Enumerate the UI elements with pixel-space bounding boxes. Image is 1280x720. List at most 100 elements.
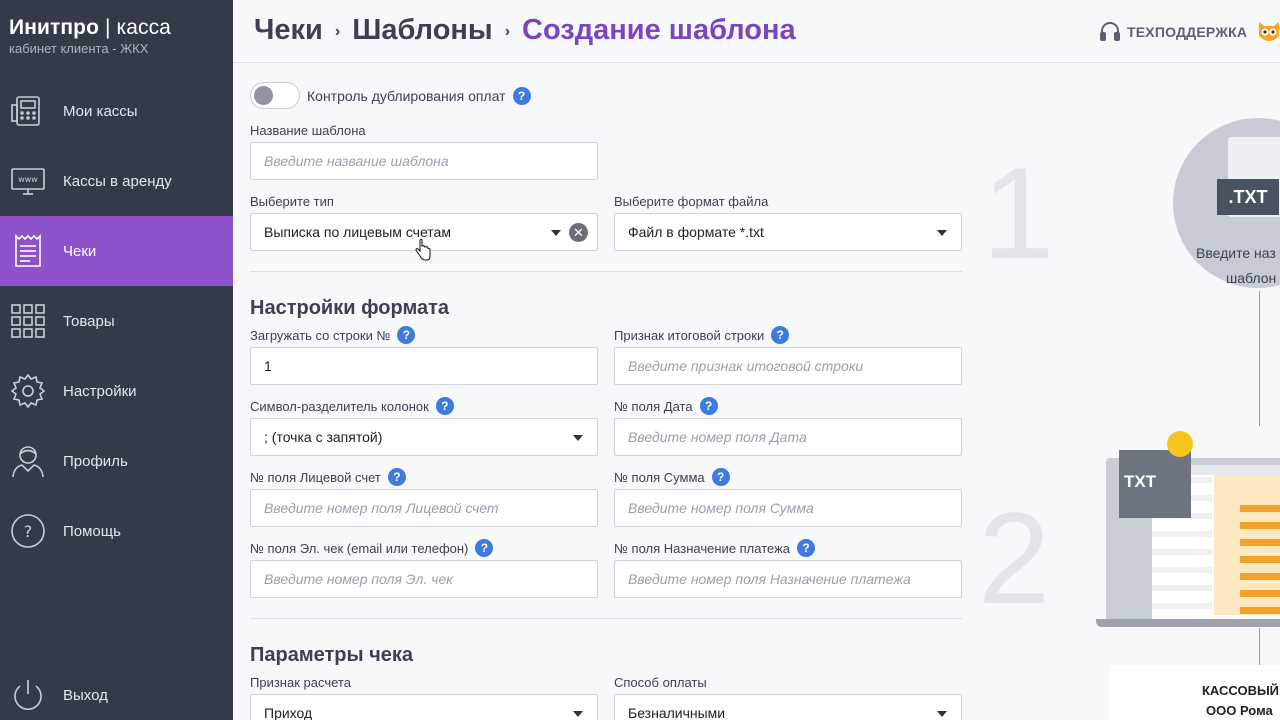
type-value: Выписка по лицевым счетам	[264, 224, 451, 240]
mouse-cursor-icon	[415, 238, 431, 266]
help-icon: ?	[10, 513, 46, 549]
sidebar-item-label: Кассы в аренду	[63, 172, 172, 190]
sidebar-item-my-registers[interactable]: Мои кассы	[0, 76, 233, 146]
power-icon	[10, 677, 46, 713]
sidebar-item-label: Профиль	[63, 452, 128, 470]
help-icon[interactable]: ?	[475, 539, 494, 557]
sum-field-text: № поля Сумма	[614, 469, 705, 485]
breadcrumb-templates[interactable]: Шаблоны	[352, 14, 493, 47]
logout-button[interactable]: Выход	[0, 660, 233, 720]
sidebar-item-receipts[interactable]: Чеки	[0, 216, 233, 286]
www-monitor-icon: www	[10, 163, 46, 199]
txt-badge: TXT	[1123, 472, 1157, 491]
sum-field-input[interactable]: Введите номер поля Сумма	[614, 489, 962, 527]
connector-line	[1259, 291, 1260, 426]
breadcrumb-separator-icon: ›	[504, 22, 511, 40]
help-icon[interactable]: ?	[397, 326, 416, 344]
help-icon[interactable]: ?	[797, 539, 816, 557]
help-icon[interactable]: ?	[387, 468, 406, 486]
date-field-label: № поля Дата?	[614, 397, 718, 415]
echeck-field-input[interactable]: Введите номер поля Эл. чек	[250, 560, 598, 598]
step1-hint-line2: шаблон	[1226, 270, 1277, 286]
user-icon	[10, 443, 46, 479]
calc-select[interactable]: Приход	[250, 694, 598, 720]
logout-label: Выход	[63, 686, 108, 704]
grid-icon	[10, 303, 46, 339]
help-icon[interactable]: ?	[435, 397, 454, 415]
sidebar-item-help[interactable]: ? Помощь	[0, 496, 233, 566]
sidebar: Инитпро | касса кабинет клиента - ЖКХ Мо…	[0, 0, 233, 720]
total-row-placeholder: Введите признак итоговой строки	[628, 358, 864, 374]
duplicate-control-text: Контроль дублирования оплат	[307, 88, 506, 104]
type-label: Выберите тип	[250, 194, 334, 209]
start-row-value: 1	[264, 358, 272, 374]
owl-icon[interactable]	[1257, 20, 1280, 49]
template-name-input[interactable]: Введите название шаблона	[250, 142, 598, 180]
separator-select[interactable]: ; (точка с запятой)	[250, 418, 598, 456]
brand: Инитпро | касса кабинет клиента - ЖКХ	[0, 0, 233, 70]
start-row-label: Загружать со строки №?	[250, 326, 416, 344]
cash-register-icon	[10, 93, 46, 129]
template-name-label: Название шаблона	[250, 123, 366, 138]
sum-field-label: № поля Сумма?	[614, 468, 730, 486]
chevron-down-icon	[937, 711, 947, 717]
help-icon[interactable]: ?	[512, 87, 531, 105]
brand-name: Инитпро | касса	[9, 16, 171, 39]
instruction-illustration: 1 2 .TXT Введите наз шаблон TXT КАССОВЫЙ…	[962, 63, 1280, 720]
account-field-input[interactable]: Введите номер поля Лицевой счет	[250, 489, 598, 527]
start-row-input[interactable]: 1	[250, 347, 598, 385]
sidebar-item-label: Товары	[63, 312, 115, 330]
sidebar-item-rent-registers[interactable]: www Кассы в аренду	[0, 146, 233, 216]
total-row-input[interactable]: Введите признак итоговой строки	[614, 347, 962, 385]
headset-icon	[1100, 22, 1120, 41]
help-icon[interactable]: ?	[771, 326, 790, 344]
svg-text:?: ?	[24, 522, 33, 541]
spreadsheet-bars	[1240, 505, 1280, 615]
laptop-base	[1096, 619, 1280, 627]
help-icon[interactable]: ?	[699, 397, 718, 415]
support-label: ТЕХПОДДЕРЖКА	[1127, 24, 1248, 40]
step-number-1: 1	[982, 140, 1055, 286]
chevron-down-icon	[937, 230, 947, 236]
sidebar-item-label: Мои кассы	[63, 102, 138, 120]
step-number-2: 2	[978, 485, 1051, 631]
sidebar-item-goods[interactable]: Товары	[0, 286, 233, 356]
pay-method-select[interactable]: Безналичными	[614, 694, 962, 720]
file-badge: .TXT	[1217, 179, 1279, 215]
chevron-down-icon	[573, 711, 583, 717]
sum-field-placeholder: Введите номер поля Сумма	[628, 500, 814, 516]
template-name-placeholder: Введите название шаблона	[264, 153, 449, 169]
brand-subtitle: кабинет клиента - ЖКХ	[9, 41, 149, 56]
receipt-caption-line1: КАССОВЫЙ	[1202, 683, 1280, 698]
echeck-field-label: № поля Эл. чек (email или телефон)?	[250, 539, 494, 557]
account-field-text: № поля Лицевой счет	[250, 469, 381, 485]
support-link[interactable]: ТЕХПОДДЕРЖКА	[1099, 21, 1247, 43]
sidebar-item-profile[interactable]: Профиль	[0, 426, 233, 496]
sidebar-item-label: Помощь	[63, 522, 121, 540]
svg-text:www: www	[18, 175, 38, 184]
format-select[interactable]: Файл в формате *.txt	[614, 213, 962, 251]
page-title: Создание шаблона	[522, 14, 796, 46]
help-icon[interactable]: ?	[711, 468, 730, 486]
date-field-placeholder: Введите номер поля Дата	[628, 429, 807, 445]
date-field-text: № поля Дата	[614, 398, 693, 414]
breadcrumb-receipts[interactable]: Чеки	[254, 14, 323, 47]
chevron-down-icon	[573, 435, 583, 441]
purpose-field-input[interactable]: Введите номер поля Назначение платежа	[614, 560, 962, 598]
sidebar-item-settings[interactable]: Настройки	[0, 356, 233, 426]
receipt-icon	[10, 233, 46, 269]
divider	[250, 271, 962, 272]
start-row-text: Загружать со строки №	[250, 327, 391, 343]
account-field-label: № поля Лицевой счет?	[250, 468, 406, 486]
total-row-label: Признак итоговой строки?	[614, 326, 790, 344]
calc-label: Признак расчета	[250, 675, 351, 690]
duplicate-control-toggle[interactable]	[250, 82, 300, 109]
sidebar-item-label: Чеки	[63, 242, 97, 260]
clear-icon[interactable]: ✕	[569, 223, 588, 242]
purpose-field-placeholder: Введите номер поля Назначение платежа	[628, 571, 911, 587]
echeck-field-text: № поля Эл. чек (email или телефон)	[250, 540, 469, 556]
date-field-input[interactable]: Введите номер поля Дата	[614, 418, 962, 456]
breadcrumb: Чеки › Шаблоны › Создание шаблона	[254, 14, 796, 47]
step1-hint-line1: Введите наз	[1196, 245, 1276, 261]
echeck-field-placeholder: Введите номер поля Эл. чек	[264, 571, 453, 587]
